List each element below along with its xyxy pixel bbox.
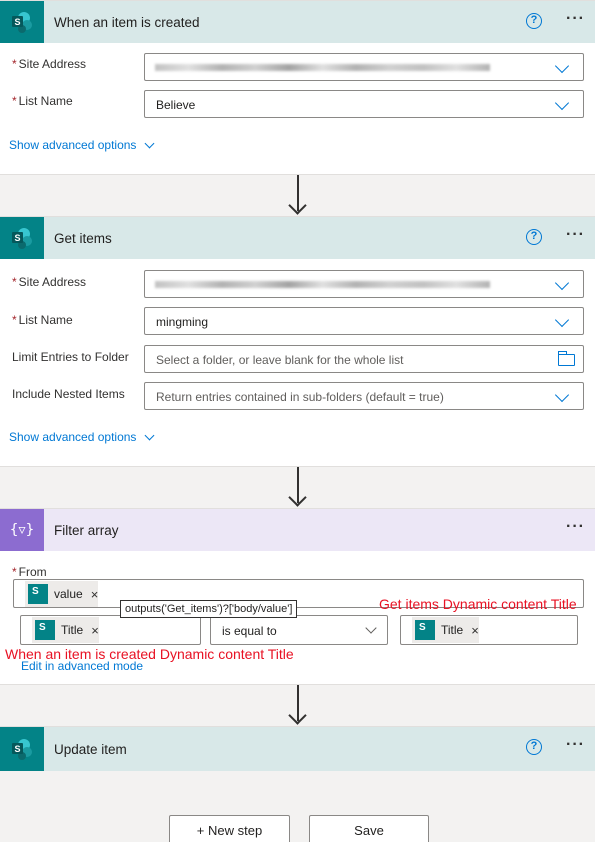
chevron-down-icon bbox=[144, 430, 155, 441]
list-name-label: * List Name bbox=[12, 313, 73, 327]
folder-icon[interactable] bbox=[558, 351, 575, 366]
list-name-label: * List Name bbox=[12, 94, 73, 108]
limit-entries-folder-input[interactable]: Select a folder, or leave blank for the … bbox=[144, 345, 584, 373]
filter-array-header[interactable]: {▿} Filter array ··· bbox=[0, 509, 595, 551]
more-options-icon[interactable]: ··· bbox=[566, 736, 585, 754]
svg-text:S: S bbox=[14, 233, 20, 243]
list-name-row: * List Name Believe bbox=[0, 90, 595, 122]
trigger-title: When an item is created bbox=[54, 14, 200, 30]
arrow-down-icon bbox=[288, 706, 307, 725]
title-token[interactable]: Title × bbox=[32, 617, 99, 643]
get-items-card: S Get items ? ··· * Site Address * List Na… bbox=[0, 216, 595, 467]
list-name-dropdown[interactable]: mingming bbox=[144, 307, 584, 335]
list-name-value: mingming bbox=[156, 315, 209, 329]
show-advanced-options-link[interactable]: Show advanced options bbox=[9, 430, 136, 444]
more-options-icon[interactable]: ··· bbox=[566, 10, 585, 28]
list-name-dropdown[interactable]: Believe bbox=[144, 90, 584, 118]
left-operand-input[interactable]: Title × bbox=[20, 615, 201, 645]
include-nested-placeholder: Return entries contained in sub-folders … bbox=[156, 390, 444, 404]
site-address-label: * Site Address bbox=[12, 57, 87, 71]
update-item-header[interactable]: S Update item ? ··· bbox=[0, 727, 595, 771]
limit-entries-placeholder: Select a folder, or leave blank for the … bbox=[156, 353, 404, 367]
new-step-button[interactable]: + New step bbox=[169, 815, 290, 842]
site-address-dropdown[interactable] bbox=[144, 270, 584, 298]
remove-token-icon[interactable]: × bbox=[91, 623, 99, 638]
site-address-label: * Site Address bbox=[12, 275, 87, 289]
show-advanced-options-link[interactable]: Show advanced options bbox=[9, 138, 136, 152]
blurred-url bbox=[155, 64, 490, 71]
site-address-row: * Site Address bbox=[0, 270, 595, 303]
chevron-down-icon bbox=[365, 622, 377, 634]
chevron-down-icon bbox=[554, 275, 570, 291]
sharepoint-icon bbox=[28, 584, 48, 604]
save-button[interactable]: Save bbox=[309, 815, 429, 842]
chevron-down-icon bbox=[144, 138, 155, 149]
get-items-header[interactable]: S Get items ? ··· bbox=[0, 217, 595, 259]
get-items-title: Get items bbox=[54, 230, 112, 246]
list-name-row: * List Name mingming bbox=[0, 307, 595, 341]
list-name-value: Believe bbox=[156, 98, 196, 112]
update-item-title: Update item bbox=[54, 741, 127, 757]
help-icon[interactable]: ? bbox=[526, 739, 542, 755]
right-operand-input[interactable]: Title × bbox=[400, 615, 578, 645]
filter-icon: {▿} bbox=[0, 509, 44, 551]
sharepoint-icon bbox=[415, 620, 435, 640]
sharepoint-icon: S bbox=[0, 1, 44, 43]
limit-entries-row: Limit Entries to Folder Select a folder,… bbox=[0, 345, 595, 378]
limit-entries-label: Limit Entries to Folder bbox=[12, 350, 129, 364]
annotation-left: When an item is created Dynamic content … bbox=[5, 646, 294, 662]
operator-value: is equal to bbox=[222, 624, 277, 638]
arrow-down-icon bbox=[288, 196, 307, 215]
chevron-down-icon bbox=[554, 58, 570, 74]
annotation-right: Get items Dynamic content Title bbox=[379, 596, 577, 612]
site-address-dropdown[interactable] bbox=[144, 53, 584, 81]
arrow-down-icon bbox=[288, 488, 307, 507]
operator-dropdown[interactable]: is equal to bbox=[210, 615, 388, 645]
value-token[interactable]: value × bbox=[25, 581, 99, 607]
from-label: * From bbox=[12, 565, 47, 579]
filter-array-title: Filter array bbox=[54, 522, 119, 538]
help-icon[interactable]: ? bbox=[526, 229, 542, 245]
include-nested-dropdown[interactable]: Return entries contained in sub-folders … bbox=[144, 382, 584, 410]
chevron-down-icon bbox=[554, 95, 570, 111]
more-options-icon[interactable]: ··· bbox=[566, 226, 585, 244]
help-icon[interactable]: ? bbox=[526, 13, 542, 29]
update-item-card: S Update item ? ··· bbox=[0, 726, 595, 771]
remove-token-icon[interactable]: × bbox=[471, 623, 479, 638]
title-token[interactable]: Title × bbox=[412, 617, 479, 643]
include-nested-row: Include Nested Items Return entries cont… bbox=[0, 382, 595, 415]
svg-text:S: S bbox=[14, 17, 20, 27]
trigger-card: S When an item is created ? ··· * Site Ad… bbox=[0, 0, 595, 175]
include-nested-label: Include Nested Items bbox=[12, 387, 125, 401]
site-address-row: * Site Address bbox=[0, 53, 595, 85]
svg-text:S: S bbox=[14, 744, 20, 754]
token-tooltip: outputs('Get_items')?['body/value'] bbox=[120, 600, 298, 618]
remove-token-icon[interactable]: × bbox=[91, 587, 99, 602]
sharepoint-icon: S bbox=[0, 727, 44, 771]
blurred-url bbox=[155, 281, 490, 288]
trigger-header[interactable]: S When an item is created ? ··· bbox=[0, 1, 595, 43]
more-options-icon[interactable]: ··· bbox=[566, 518, 585, 536]
sharepoint-icon bbox=[35, 620, 55, 640]
chevron-down-icon bbox=[554, 312, 570, 328]
sharepoint-icon: S bbox=[0, 217, 44, 259]
chevron-down-icon bbox=[554, 387, 570, 403]
